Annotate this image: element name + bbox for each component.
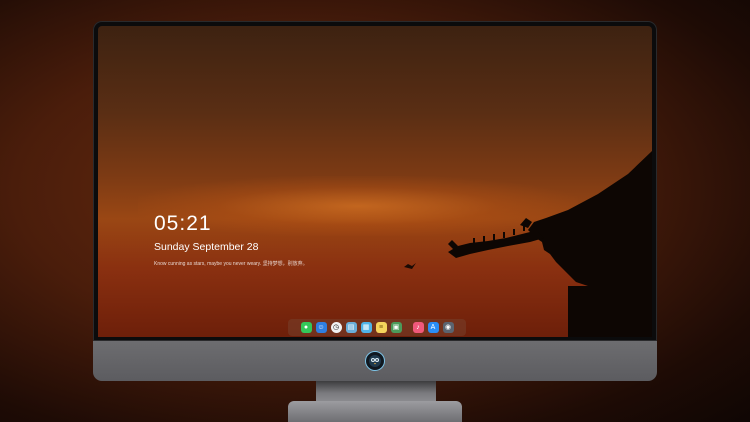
clock-date: Sunday September 28 [154,241,259,253]
clock-icon[interactable]: ◷ [330,322,342,333]
lock-screen[interactable]: 05:21 Sunday September 28 Know cunning a… [98,26,652,337]
photo-app-icon[interactable]: ▣ [390,322,402,333]
notes-icon[interactable]: ≡ [375,322,387,333]
monitor-stand-base [288,401,462,422]
music-icon[interactable]: ♪ [412,322,424,333]
monitor-bezel: 05:21 Sunday September 28 Know cunning a… [93,21,657,341]
claquette-icon[interactable]: ▦ [360,322,372,333]
messages-icon[interactable]: ● [300,322,312,333]
preview-icon[interactable]: ▤ [345,322,357,333]
lock-info: 05:21 Sunday September 28 Know cunning a… [154,212,308,267]
finder-icon[interactable]: ☺ [315,322,327,333]
camera-icon[interactable]: ◉ [442,322,454,333]
clock-time: 05:21 [154,212,212,235]
monitor-stand-neck [316,381,436,403]
lock-message: Know cunning as stars, maybe you never w… [154,261,308,267]
monitor-chin [93,341,657,381]
dock: ● ☺ ◷ ▤ ▦ ≡ ▣ ♪ A ◉ [288,319,466,336]
palace-roof-silhouette [404,151,652,337]
monitor: 05:21 Sunday September 28 Know cunning a… [93,21,657,381]
app-store-icon[interactable]: A [427,322,439,333]
owl-mascot-icon [365,351,385,371]
